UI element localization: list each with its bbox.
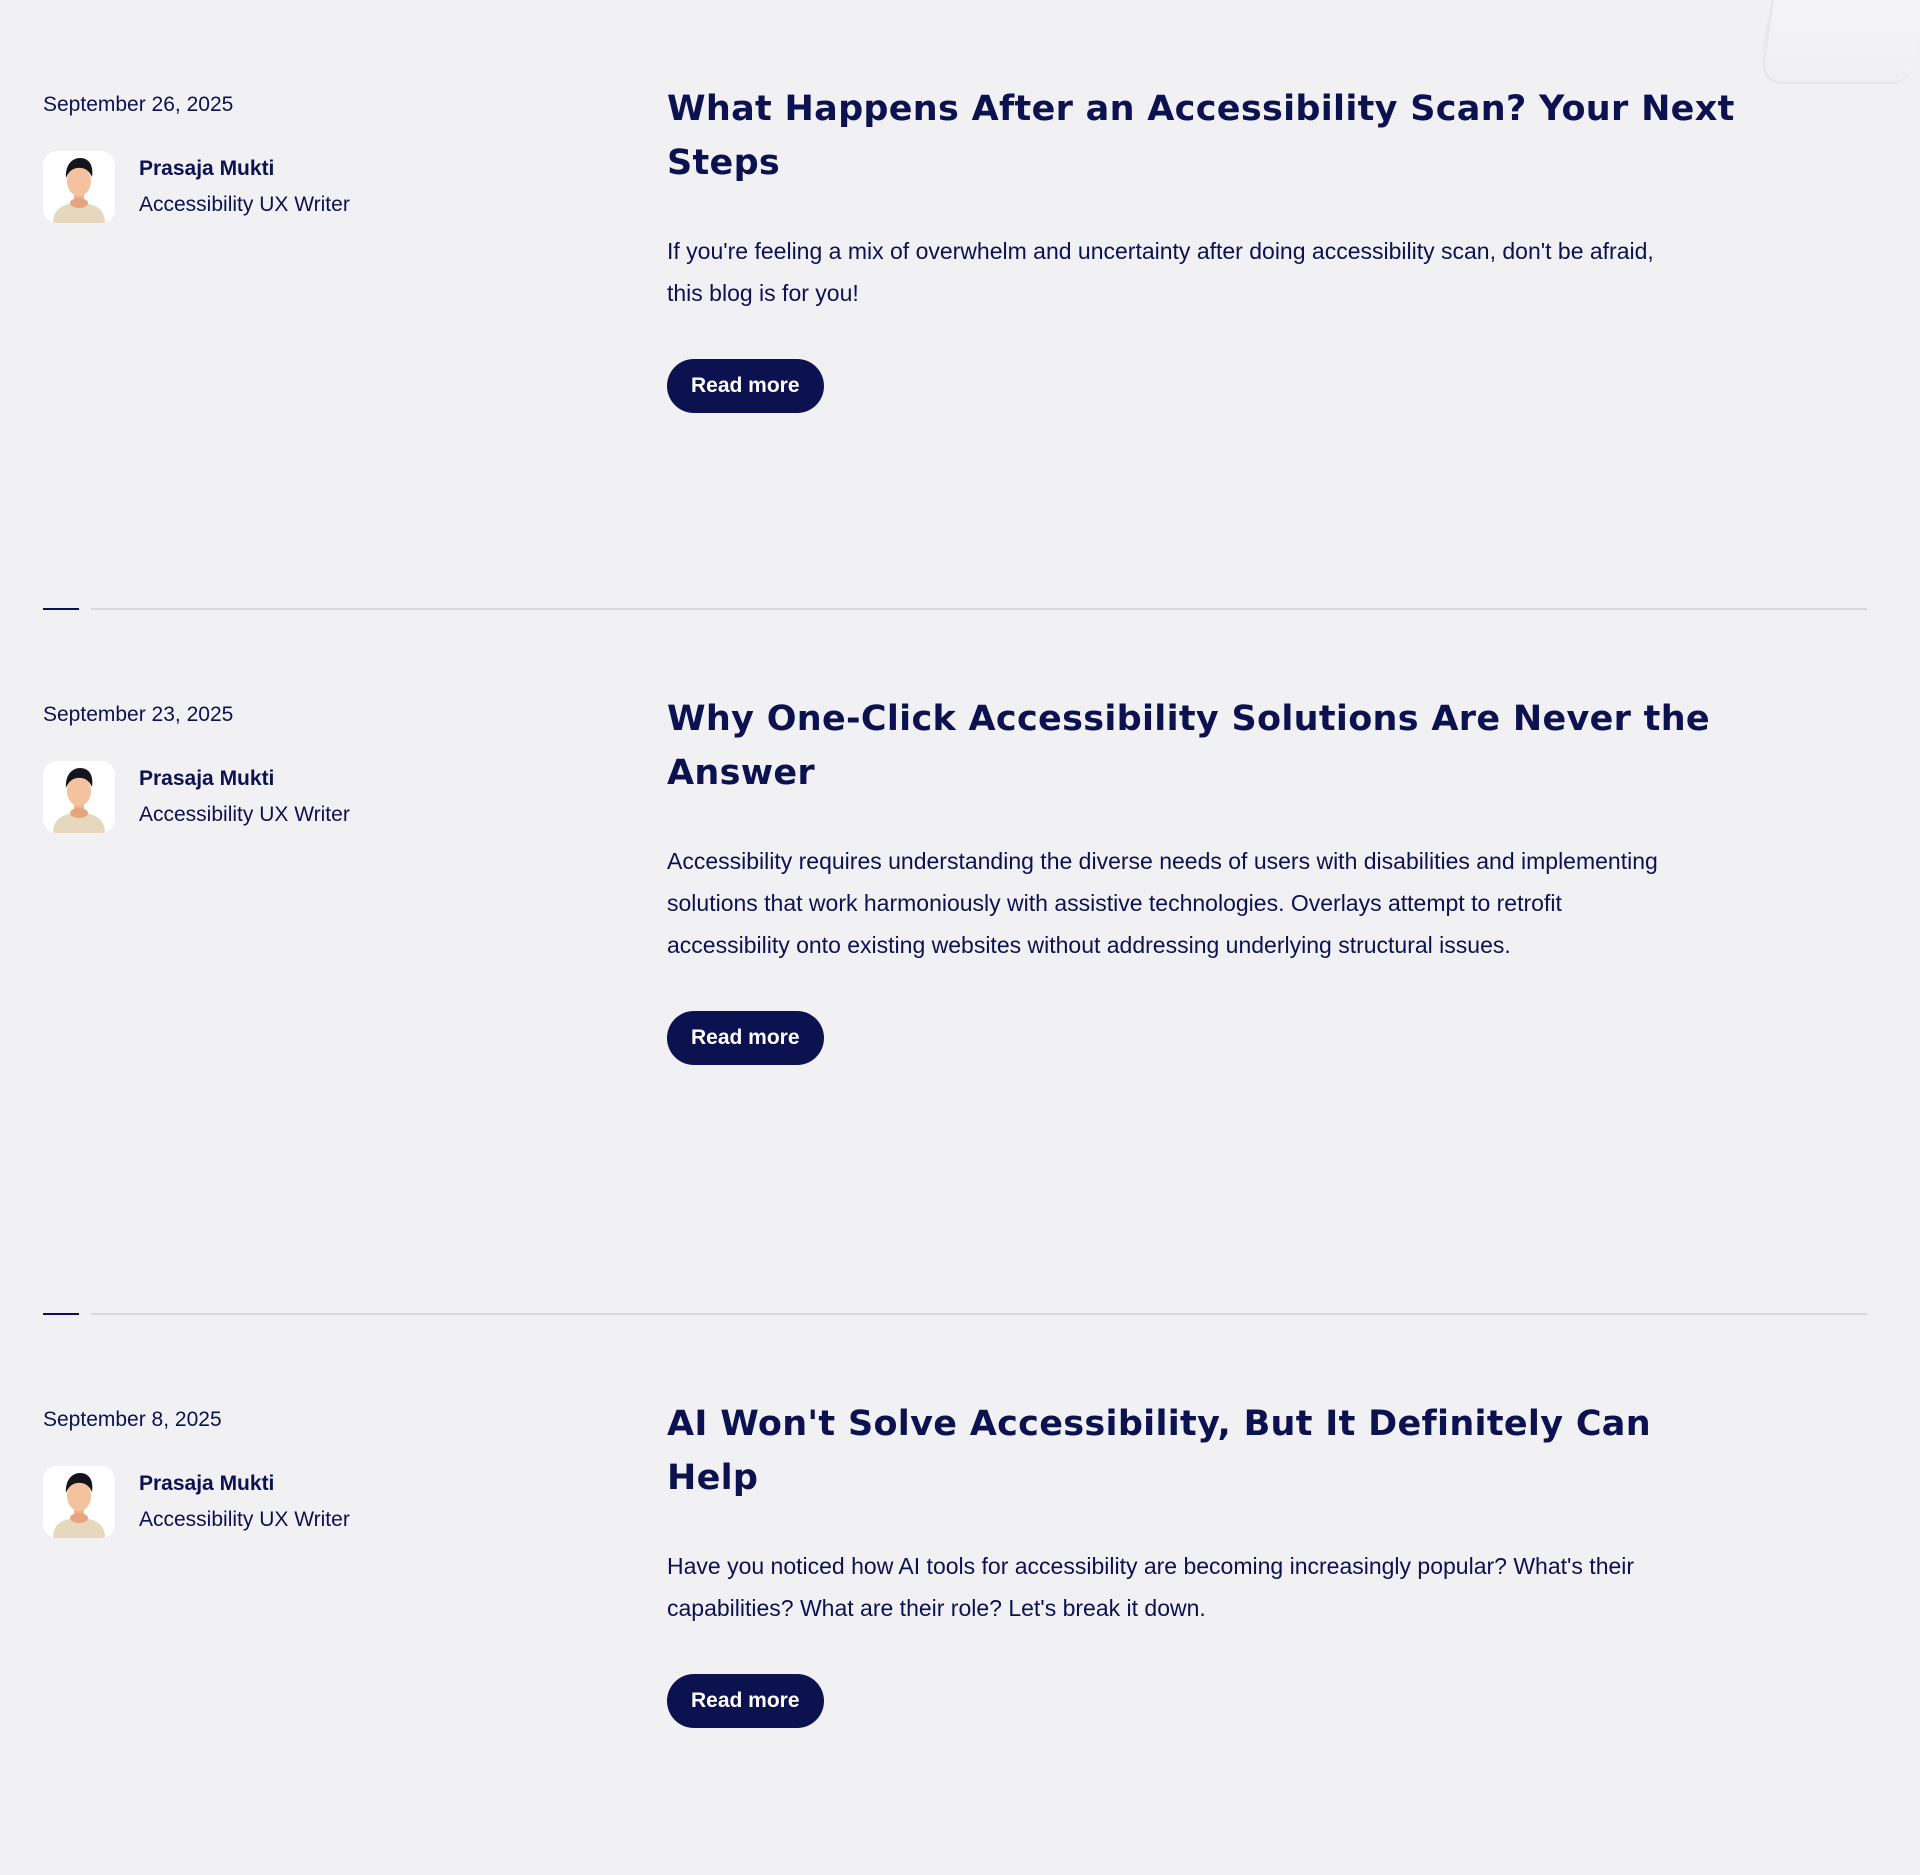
post-author: Prasaja Mukti Accessibility UX Writer (43, 151, 543, 223)
read-more-button[interactable]: Read more (667, 1674, 824, 1728)
author-avatar-icon (43, 151, 115, 223)
post-meta: September 23, 2025 Prasaja Mukti Accessi… (43, 702, 543, 833)
post-excerpt: Accessibility requires understanding the… (667, 848, 1658, 958)
post-author: Prasaja Mukti Accessibility UX Writer (43, 1466, 543, 1538)
post-date: September 8, 2025 (43, 1408, 222, 1431)
post-content: AI Won't Solve Accessibility, But It Def… (667, 1397, 1747, 1728)
post-author: Prasaja Mukti Accessibility UX Writer (43, 761, 543, 833)
author-name: Prasaja Mukti (139, 1472, 275, 1495)
post-meta: September 8, 2025 Prasaja Mukti Accessib… (43, 1407, 543, 1538)
read-more-button[interactable]: Read more (667, 359, 824, 413)
author-role: Accessibility UX Writer (139, 193, 350, 216)
blog-post-card: September 26, 2025 Prasaja Mukti Accessi… (43, 0, 1868, 608)
post-date: September 23, 2025 (43, 703, 234, 726)
post-title: AI Won't Solve Accessibility, But It Def… (667, 1404, 1651, 1498)
author-role: Accessibility UX Writer (139, 1508, 350, 1531)
post-content: What Happens After an Accessibility Scan… (667, 82, 1747, 413)
author-avatar-icon (43, 761, 115, 833)
blog-post-card: September 23, 2025 Prasaja Mukti Accessi… (43, 610, 1868, 1313)
post-excerpt: If you're feeling a mix of overwhelm and… (667, 238, 1654, 306)
read-more-button[interactable]: Read more (667, 1011, 824, 1065)
post-title: What Happens After an Accessibility Scan… (667, 89, 1735, 183)
post-content: Why One-Click Accessibility Solutions Ar… (667, 692, 1747, 1065)
author-role: Accessibility UX Writer (139, 803, 350, 826)
blog-post-card: September 8, 2025 Prasaja Mukti Accessib… (43, 1315, 1868, 1875)
author-avatar-icon (43, 1466, 115, 1538)
post-date: September 26, 2025 (43, 93, 234, 116)
post-meta: September 26, 2025 Prasaja Mukti Accessi… (43, 92, 543, 223)
blog-post-list: September 26, 2025 Prasaja Mukti Accessi… (43, 0, 1868, 1875)
post-excerpt: Have you noticed how AI tools for access… (667, 1553, 1635, 1621)
post-title: Why One-Click Accessibility Solutions Ar… (667, 699, 1710, 793)
author-name: Prasaja Mukti (139, 767, 275, 790)
author-name: Prasaja Mukti (139, 157, 275, 180)
